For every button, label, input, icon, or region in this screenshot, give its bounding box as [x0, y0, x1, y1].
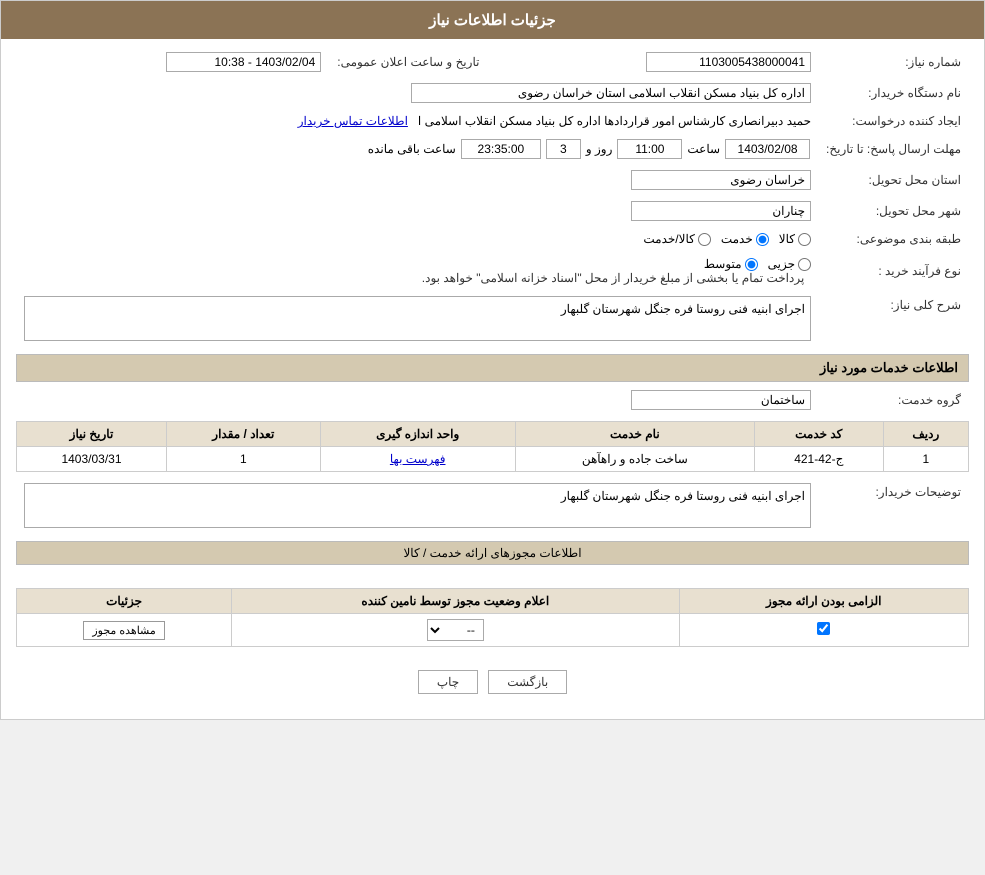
- col-header-unit: واحد اندازه گیری: [320, 422, 515, 447]
- category-khedmat-label: خدمت: [721, 232, 753, 246]
- creator-label: ایجاد کننده درخواست:: [819, 111, 969, 131]
- service-group-label: گروه خدمت:: [819, 387, 969, 413]
- info-table-org: نام دستگاه خریدار: اداره کل بنیاد مسکن ا…: [16, 80, 969, 106]
- row-qty: 1: [166, 447, 320, 472]
- deadline-time: 11:00: [617, 139, 682, 159]
- deadline-label: مهلت ارسال پاسخ: تا تاریخ:: [818, 136, 969, 162]
- col-header-qty: تعداد / مقدار: [166, 422, 320, 447]
- main-content: شماره نیاز: 1103005438000041 تاریخ و ساع…: [1, 39, 984, 719]
- deadline-remaining-label: ساعت باقی مانده: [368, 142, 456, 156]
- back-button[interactable]: بازگشت: [488, 670, 567, 694]
- info-table-top: شماره نیاز: 1103005438000041 تاریخ و ساع…: [16, 49, 969, 75]
- buyer-org-label: نام دستگاه خریدار:: [819, 80, 969, 106]
- table-row: 1 ج-42-421 ساخت جاده و راهآهن فهرست بها …: [17, 447, 969, 472]
- permits-col-status: اعلام وضعیت مجوز توسط نامین کننده: [232, 589, 679, 614]
- permits-details-cell: مشاهده مجوز: [17, 614, 232, 647]
- buyer-notes-label: توضیحات خریدار:: [819, 480, 969, 531]
- creator-link[interactable]: اطلاعات تماس خریدار: [298, 114, 408, 128]
- permits-required-cell: [679, 614, 968, 647]
- page-header: جزئیات اطلاعات نیاز: [1, 1, 984, 39]
- info-table-service-group: گروه خدمت: ساختمان: [16, 387, 969, 413]
- need-number-label: شماره نیاز:: [819, 49, 969, 75]
- row-unit: فهرست بها: [320, 447, 515, 472]
- info-table-purchase-type: نوع فرآیند خرید : جزیی متوسط پرداخت ت: [16, 254, 969, 288]
- deadline-days-label: روز و: [586, 142, 613, 156]
- info-table-buyer-notes: توضیحات خریدار: اجرای ابنیه فنی روستا فر…: [16, 480, 969, 531]
- view-permit-button[interactable]: مشاهده مجوز: [83, 621, 164, 640]
- purchase-motevaset-label: متوسط: [704, 257, 742, 271]
- category-kala-khedmat-label: کالا/خدمت: [643, 232, 694, 246]
- row-service-name: ساخت جاده و راهآهن: [515, 447, 754, 472]
- purchase-type-item-motevaset: متوسط: [704, 257, 758, 271]
- col-header-date: تاریخ نیاز: [17, 422, 167, 447]
- category-radio-item-1: کالا: [779, 232, 811, 246]
- city-label: شهر محل تحویل:: [819, 198, 969, 224]
- general-desc-value: اجرای ابنیه فنی روستا فره جنگل شهرستان گ…: [24, 296, 811, 341]
- service-group-value: ساختمان: [631, 390, 811, 410]
- category-radio-item-3: کالا/خدمت: [643, 232, 710, 246]
- permits-divider: اطلاعات مجوزهای ارائه خدمت / کالا: [16, 541, 969, 565]
- purchase-type-note: پرداخت تمام یا بخشی از مبلغ خریدار از مح…: [422, 271, 805, 285]
- row-unit-link[interactable]: فهرست بها: [390, 452, 446, 466]
- col-header-code: کد خدمت: [754, 422, 883, 447]
- category-radio-khedmat[interactable]: [756, 233, 769, 246]
- purchase-type-item-jozi: جزیی: [768, 257, 811, 271]
- province-label: استان محل تحویل:: [819, 167, 969, 193]
- buyer-org-value: اداره کل بنیاد مسکن انقلاب اسلامی استان …: [411, 83, 811, 103]
- permits-status-cell: -- دارم ندارم: [232, 614, 679, 647]
- permits-status-select[interactable]: -- دارم ندارم: [427, 619, 484, 641]
- info-table-creator: ایجاد کننده درخواست: حمید دبیرانصاری کار…: [16, 111, 969, 131]
- city-value: چناران: [631, 201, 811, 221]
- category-kala-label: کالا: [779, 232, 795, 246]
- info-table-deadline: مهلت ارسال پاسخ: تا تاریخ: 1403/02/08 سا…: [16, 136, 969, 162]
- page-title: جزئیات اطلاعات نیاز: [429, 12, 556, 29]
- permits-table: الزامی بودن ارائه مجوز اعلام وضعیت مجوز …: [16, 588, 969, 647]
- info-table-category: طبقه بندی موضوعی: کالا خدمت: [16, 229, 969, 249]
- permits-table-row: -- دارم ندارم مشاهده مجوز: [17, 614, 969, 647]
- col-header-row: ردیف: [883, 422, 968, 447]
- row-date: 1403/03/31: [17, 447, 167, 472]
- info-table-city: شهر محل تحویل: چناران: [16, 198, 969, 224]
- purchase-jozi-label: جزیی: [768, 257, 795, 271]
- buttons-row: بازگشت چاپ: [16, 655, 969, 709]
- category-radio-group: کالا خدمت کالا/خدمت: [24, 232, 811, 246]
- general-desc-label: شرح کلی نیاز:: [819, 293, 969, 344]
- row-code: ج-42-421: [754, 447, 883, 472]
- services-table: ردیف کد خدمت نام خدمت واحد اندازه گیری ت…: [16, 421, 969, 472]
- deadline-remaining: 23:35:00: [461, 139, 541, 159]
- category-radio-kala[interactable]: [798, 233, 811, 246]
- purchase-radio-jozi[interactable]: [798, 258, 811, 271]
- info-table-province: استان محل تحویل: خراسان رضوی: [16, 167, 969, 193]
- creator-value: حمید دبیرانصاری کارشناس امور قراردادها ا…: [418, 114, 811, 128]
- need-number-value: 1103005438000041: [646, 52, 811, 72]
- category-radio-kala-khedmat[interactable]: [698, 233, 711, 246]
- permits-col-required: الزامی بودن ارائه مجوز: [679, 589, 968, 614]
- deadline-days: 3: [546, 139, 581, 159]
- announcement-value: 1403/02/04 - 10:38: [166, 52, 321, 72]
- category-radio-item-2: خدمت: [721, 232, 769, 246]
- deadline-row: 1403/02/08 ساعت 11:00 روز و 3 23:35:00 س…: [24, 139, 810, 159]
- permits-col-details: جزئیات: [17, 589, 232, 614]
- services-section-title: اطلاعات خدمات مورد نیاز: [16, 354, 969, 382]
- page-wrapper: جزئیات اطلاعات نیاز شماره نیاز: 11030054…: [0, 0, 985, 720]
- purchase-type-radio-group: جزیی متوسط: [24, 257, 811, 271]
- buyer-notes-value: اجرای ابنیه فنی روستا فره جنگل شهرستان گ…: [24, 483, 811, 528]
- info-table-desc: شرح کلی نیاز: اجرای ابنیه فنی روستا فره …: [16, 293, 969, 344]
- category-label: طبقه بندی موضوعی:: [819, 229, 969, 249]
- row-num: 1: [883, 447, 968, 472]
- permits-required-checkbox[interactable]: [817, 622, 830, 635]
- print-button[interactable]: چاپ: [418, 670, 478, 694]
- deadline-date: 1403/02/08: [725, 139, 810, 159]
- purchase-type-label: نوع فرآیند خرید :: [819, 254, 969, 288]
- announcement-label: تاریخ و ساعت اعلان عمومی:: [329, 49, 487, 75]
- col-header-name: نام خدمت: [515, 422, 754, 447]
- deadline-time-label: ساعت: [687, 142, 720, 156]
- purchase-radio-motevaset[interactable]: [745, 258, 758, 271]
- province-value: خراسان رضوی: [631, 170, 811, 190]
